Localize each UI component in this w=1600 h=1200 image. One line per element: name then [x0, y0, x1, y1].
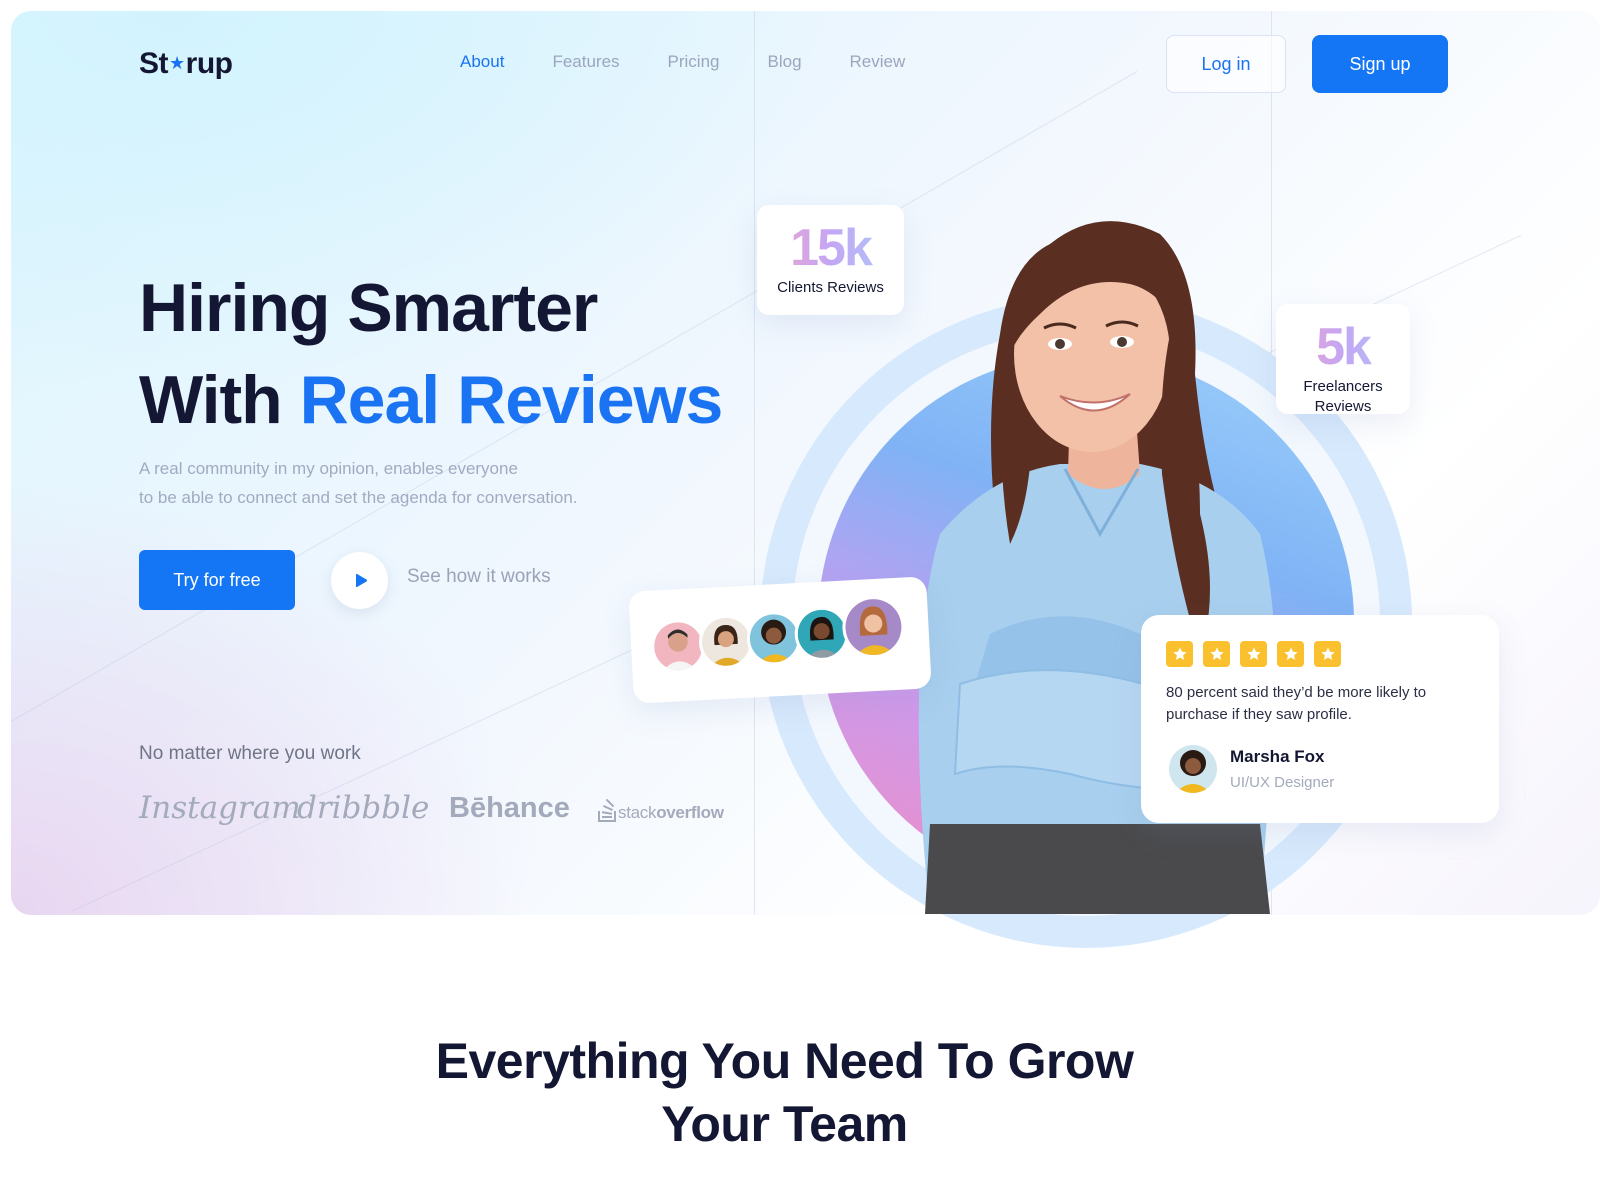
review-card: 80 percent said they’d be more likely to… [1141, 615, 1499, 823]
section-title-line-2: Your Team [661, 1096, 908, 1152]
review-text: 80 percent said they’d be more likely to… [1166, 684, 1427, 723]
nav-blog[interactable]: Blog [768, 52, 802, 72]
reviewer-avatar [1169, 745, 1217, 793]
brands-heading: No matter where you work [139, 743, 361, 764]
stat-card-freelancers: 5k Freelancers Reviews [1276, 304, 1410, 417]
stat-value: 15k [757, 218, 904, 278]
dribbble-logo: dribbble [297, 790, 430, 826]
avatar-group [649, 594, 907, 675]
stackoverflow-logo: stackoverflow [598, 797, 724, 823]
avatar-group-card [628, 576, 932, 704]
rating-stars [1166, 641, 1351, 667]
star-icon [1240, 641, 1267, 667]
play-icon [356, 573, 367, 588]
stackoverflow-wordmark: stackoverflow [618, 803, 724, 823]
stackoverflow-icon [598, 798, 616, 822]
nav-features[interactable]: Features [552, 52, 619, 72]
signup-button[interactable]: Sign up [1312, 35, 1448, 93]
subtext-line-2: to be able to connect and set the agenda… [139, 488, 578, 507]
instagram-logo: Instagram [139, 790, 301, 826]
stat-card-clients: 15k Clients Reviews [757, 205, 904, 315]
nav-pricing[interactable]: Pricing [668, 52, 720, 72]
logo[interactable]: St★rup [139, 47, 233, 81]
stat-label-line-1: Freelancers [1303, 378, 1383, 395]
headline-line-2-prefix: With [139, 362, 300, 438]
stat-label-line-2: Reviews [1314, 398, 1372, 415]
avatar [793, 605, 851, 663]
play-button[interactable] [331, 552, 388, 609]
reviewer-name: Marsha Fox [1230, 747, 1325, 766]
try-for-free-button[interactable]: Try for free [139, 550, 295, 610]
avatar [840, 594, 907, 660]
behance-logo: Bēhance [449, 792, 570, 824]
see-how-it-works-link[interactable]: See how it works [407, 566, 551, 588]
star-icon [1277, 641, 1304, 667]
stat-value: 5k [1276, 317, 1410, 377]
avatar [697, 613, 755, 671]
subtext-line-1: A real community in my opinion, enables … [139, 459, 518, 478]
nav-about[interactable]: About [460, 52, 504, 72]
headline-line-1: Hiring Smarter [139, 270, 598, 346]
avatar [745, 609, 803, 667]
so-word-overflow: overflow [656, 803, 724, 822]
section-title: Everything You Need To Grow Your Team [0, 1030, 1569, 1156]
stat-label: Clients Reviews [777, 279, 884, 296]
avatar [649, 617, 707, 675]
star-icon [1203, 641, 1230, 667]
reviewer-role: UI/UX Designer [1230, 774, 1335, 791]
star-icon [1314, 641, 1341, 667]
nav-review[interactable]: Review [850, 52, 906, 72]
star-icon [1166, 641, 1193, 667]
hero-subtext: A real community in my opinion, enables … [139, 454, 659, 512]
hero-headline: Hiring Smarter With Real Reviews [139, 262, 724, 446]
section-title-line-1: Everything You Need To Grow [435, 1033, 1134, 1089]
login-button[interactable]: Log in [1166, 35, 1286, 93]
logo-text-start: St [139, 47, 169, 80]
main-nav: About Features Pricing Blog Review [460, 52, 953, 72]
logo-star-icon: ★ [169, 53, 185, 73]
grid-line [754, 11, 755, 915]
headline-highlight: Real Reviews [299, 362, 724, 438]
so-word-stack: stack [618, 803, 657, 822]
stat-label: Freelancers Reviews [1276, 377, 1410, 417]
logo-text-end: rup [185, 47, 233, 80]
